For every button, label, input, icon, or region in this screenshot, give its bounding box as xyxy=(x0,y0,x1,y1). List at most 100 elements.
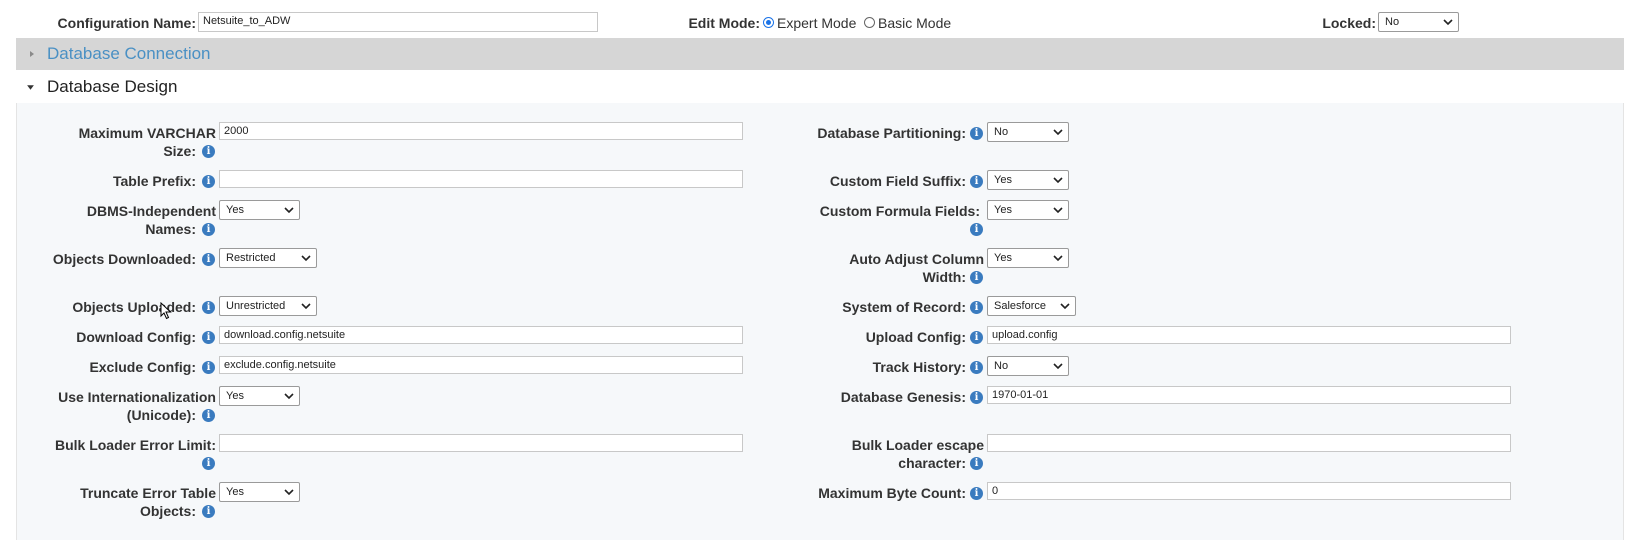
internationalization-select[interactable]: Yes xyxy=(219,386,300,406)
locked-label: Locked: xyxy=(1322,15,1376,31)
dbms-names-value: Yes xyxy=(226,204,244,216)
locked-select-value: No xyxy=(1385,16,1400,28)
chevron-down-icon xyxy=(1053,363,1063,370)
info-icon[interactable]: i xyxy=(202,223,215,236)
upload-config-input[interactable]: upload.config xyxy=(987,326,1511,344)
formula-fields-value: Yes xyxy=(994,204,1012,216)
objects-downloaded-value: Restricted xyxy=(226,252,276,264)
download-config-input[interactable]: download.config.netsuite xyxy=(219,326,743,344)
system-of-record-label: System of Record: xyxy=(842,299,966,315)
truncate-error-label-2: Objects: xyxy=(139,503,196,519)
basic-mode-label[interactable]: Basic Mode xyxy=(878,15,951,31)
database-genesis-label: Database Genesis: xyxy=(840,389,966,405)
info-icon[interactable]: i xyxy=(970,223,983,236)
system-of-record-select[interactable]: Salesforce xyxy=(987,296,1076,316)
partitioning-select[interactable]: No xyxy=(987,122,1069,142)
formula-fields-label: Custom Formula Fields: xyxy=(819,203,980,219)
bulk-error-limit-label: Bulk Loader Error Limit: xyxy=(54,437,216,453)
objects-uploaded-value: Unrestricted xyxy=(226,300,286,312)
dbms-names-label: DBMS-Independent xyxy=(86,203,216,219)
chevron-down-icon xyxy=(1053,255,1063,262)
objects-downloaded-label: Objects Downloaded: xyxy=(52,251,196,267)
info-icon[interactable]: i xyxy=(202,331,215,344)
info-icon[interactable]: i xyxy=(970,175,983,188)
exclude-config-label: Exclude Config: xyxy=(89,359,196,375)
escape-character-label-2: character: xyxy=(898,455,966,471)
chevron-down-icon xyxy=(1053,177,1063,184)
database-design-header[interactable]: Database Design xyxy=(16,71,1624,103)
chevron-down-icon xyxy=(284,393,294,400)
chevron-down-icon xyxy=(1443,19,1453,26)
database-genesis-input[interactable]: 1970-01-01 xyxy=(987,386,1511,404)
exclude-config-input[interactable]: exclude.config.netsuite xyxy=(219,356,743,374)
max-byte-count-input[interactable]: 0 xyxy=(987,482,1511,500)
table-prefix-input[interactable] xyxy=(219,170,743,188)
bulk-error-limit-input[interactable] xyxy=(219,434,743,452)
info-icon[interactable]: i xyxy=(970,487,983,500)
formula-fields-select[interactable]: Yes xyxy=(987,200,1069,220)
upload-config-label: Upload Config: xyxy=(865,329,966,345)
edit-mode-label: Edit Mode: xyxy=(688,15,760,31)
objects-downloaded-select[interactable]: Restricted xyxy=(219,248,317,268)
info-icon[interactable]: i xyxy=(202,457,215,470)
expert-mode-label[interactable]: Expert Mode xyxy=(777,15,856,31)
database-design-title[interactable]: Database Design xyxy=(47,77,177,97)
info-icon[interactable]: i xyxy=(202,253,215,266)
database-connection-title[interactable]: Database Connection xyxy=(47,44,211,64)
track-history-select[interactable]: No xyxy=(987,356,1069,376)
chevron-down-icon xyxy=(301,303,311,310)
track-history-value: No xyxy=(994,360,1009,372)
system-of-record-value: Salesforce xyxy=(994,300,1046,312)
database-design-panel xyxy=(16,103,1624,540)
caret-right-icon xyxy=(30,51,34,57)
config-name-label: Configuration Name: xyxy=(57,15,196,31)
custom-suffix-label: Custom Field Suffix: xyxy=(829,173,966,189)
auto-adjust-select[interactable]: Yes xyxy=(987,248,1069,268)
download-config-label: Download Config: xyxy=(76,329,196,345)
chevron-down-icon xyxy=(284,207,294,214)
info-icon[interactable]: i xyxy=(202,301,215,314)
auto-adjust-value: Yes xyxy=(994,252,1012,264)
truncate-error-label: Truncate Error Table xyxy=(80,485,216,501)
custom-suffix-select[interactable]: Yes xyxy=(987,170,1069,190)
info-icon[interactable]: i xyxy=(202,505,215,518)
track-history-label: Track History: xyxy=(872,359,966,375)
partitioning-label: Database Partitioning: xyxy=(817,125,966,141)
partitioning-value: No xyxy=(994,126,1009,138)
database-connection-header[interactable]: Database Connection xyxy=(16,38,1624,70)
basic-mode-radio[interactable] xyxy=(864,17,875,28)
info-icon[interactable]: i xyxy=(970,271,983,284)
info-icon[interactable]: i xyxy=(202,361,215,374)
max-varchar-label-2: Size: xyxy=(163,143,196,159)
config-name-input[interactable]: Netsuite_to_ADW xyxy=(198,12,598,32)
chevron-down-icon xyxy=(301,255,311,262)
info-icon[interactable]: i xyxy=(970,391,983,404)
info-icon[interactable]: i xyxy=(970,361,983,374)
info-icon[interactable]: i xyxy=(970,301,983,314)
custom-suffix-value: Yes xyxy=(994,174,1012,186)
info-icon[interactable]: i xyxy=(202,409,215,422)
chevron-down-icon xyxy=(1053,129,1063,136)
escape-character-label: Bulk Loader escape xyxy=(851,437,984,453)
auto-adjust-label-2: Width: xyxy=(922,269,966,285)
max-varchar-input[interactable]: 2000 xyxy=(219,122,743,140)
auto-adjust-label: Auto Adjust Column xyxy=(849,251,984,267)
truncate-error-select[interactable]: Yes xyxy=(219,482,300,502)
escape-character-input[interactable] xyxy=(987,434,1511,452)
info-icon[interactable]: i xyxy=(970,457,983,470)
dbms-names-label-2: Names: xyxy=(145,221,196,237)
mouse-cursor-icon xyxy=(160,302,172,320)
max-byte-count-label: Maximum Byte Count: xyxy=(818,485,966,501)
locked-select[interactable]: No xyxy=(1378,12,1459,32)
info-icon[interactable]: i xyxy=(970,331,983,344)
info-icon[interactable]: i xyxy=(970,127,983,140)
internationalization-label: Use Internationalization xyxy=(58,389,216,405)
truncate-error-value: Yes xyxy=(226,486,244,498)
objects-uploaded-select[interactable]: Unrestricted xyxy=(219,296,317,316)
info-icon[interactable]: i xyxy=(202,145,215,158)
expert-mode-radio[interactable] xyxy=(763,17,774,28)
dbms-names-select[interactable]: Yes xyxy=(219,200,300,220)
info-icon[interactable]: i xyxy=(202,175,215,188)
chevron-down-icon xyxy=(1060,303,1070,310)
chevron-down-icon xyxy=(1053,207,1063,214)
